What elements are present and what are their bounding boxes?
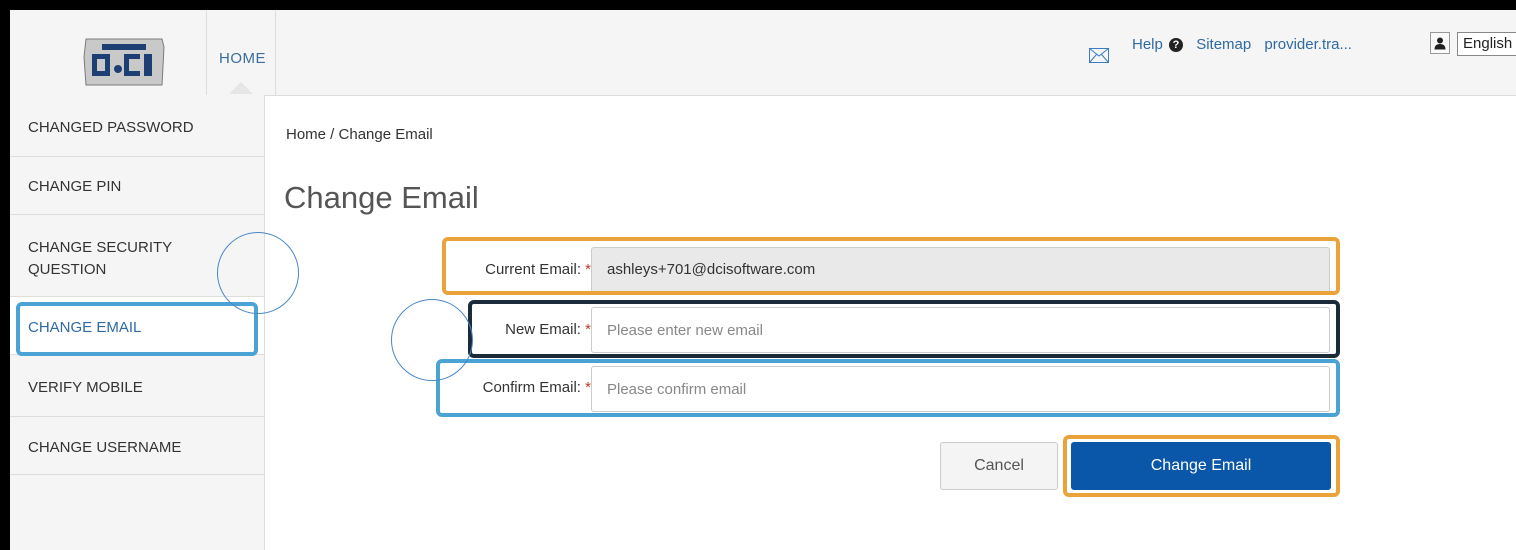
sidebar-item-change-pin[interactable]: CHANGE PIN [10,157,264,215]
sidebar-item-label: CHANGE EMAIL [28,319,142,336]
help-link-label: Help [1132,36,1163,53]
new-email-label-text: New Email: [505,321,581,338]
sidebar-item-label: CHANGE PIN [28,178,122,195]
sidebar: CHANGED PASSWORD CHANGE PIN CHANGE SECUR… [10,95,265,550]
user-link[interactable]: provider.tra... [1264,36,1352,53]
sidebar-item-changed-password[interactable]: CHANGED PASSWORD [10,95,264,157]
tab-home[interactable]: HOME [206,10,276,95]
app-frame: HOME Help ? Sitemap provider.tra... Engl… [10,10,1516,550]
new-email-label: New Email: * [430,321,591,338]
sitemap-link[interactable]: Sitemap [1196,36,1251,53]
breadcrumb: Home / Change Email [286,126,433,143]
language-select[interactable]: English [1457,32,1516,56]
tab-home-label: HOME [219,50,266,67]
dci-logo [83,38,165,86]
logo-area [10,10,206,95]
confirm-email-input[interactable] [591,366,1330,412]
confirm-email-label-text: Confirm Email: [482,379,581,396]
sidebar-item-change-email[interactable]: CHANGE EMAIL [10,297,264,355]
current-email-label-text: Current Email: [485,261,581,278]
help-link[interactable]: Help ? [1132,36,1184,53]
new-email-input[interactable] [591,307,1330,353]
question-circle-icon: ? [1169,38,1184,52]
change-email-button[interactable]: Change Email [1071,442,1331,490]
user-menu-button[interactable] [1430,32,1450,54]
cancel-button[interactable]: Cancel [940,442,1058,490]
envelope-icon[interactable] [1089,48,1109,63]
confirm-email-label: Confirm Email: * [430,379,591,396]
top-links: Help ? Sitemap provider.tra... [1132,36,1361,53]
sidebar-item-label: CHANGE USERNAME [28,439,182,456]
top-header: HOME Help ? Sitemap provider.tra... Engl… [10,10,1516,96]
sidebar-item-label: CHANGED PASSWORD [28,119,194,136]
sidebar-item-change-username[interactable]: CHANGE USERNAME [10,417,264,475]
sidebar-item-verify-mobile[interactable]: VERIFY MOBILE [10,355,264,417]
callout-circle [391,299,473,381]
current-email-label: Current Email: * [430,261,591,278]
sidebar-item-change-security-question[interactable]: CHANGE SECURITY QUESTION [10,215,264,297]
active-tab-caret [229,82,253,94]
page-title: Change Email [284,180,479,215]
user-icon [1434,37,1446,50]
sidebar-item-label: CHANGE SECURITY QUESTION [28,239,172,278]
sidebar-item-label: VERIFY MOBILE [28,379,143,396]
current-email-field: ashleys+701@dcisoftware.com [591,247,1330,293]
